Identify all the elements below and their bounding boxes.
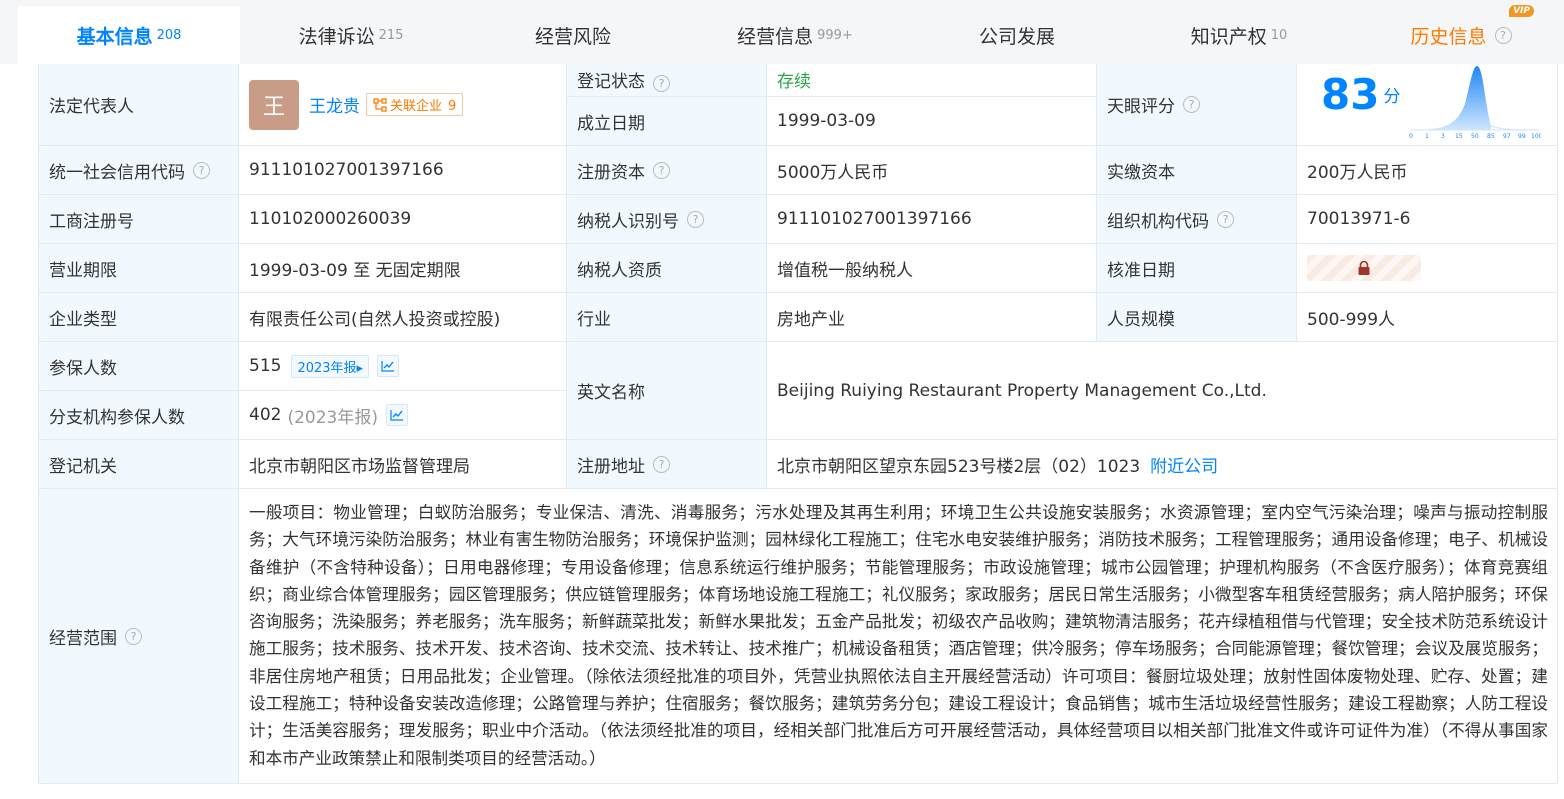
staff-size-value: 500-999人 <box>1297 293 1558 342</box>
scope-text: 一般项目：物业管理；白蚁防治服务；专业保洁、清洗、消毒服务；污水处理及其再生利用… <box>249 503 1548 768</box>
taxpayer-qual-value: 增值税一般纳税人 <box>767 244 1097 293</box>
industry-label: 行业 <box>567 293 767 342</box>
vip-locked-value[interactable] <box>1307 255 1421 281</box>
report-year: (2023年报) <box>287 407 378 428</box>
help-icon[interactable]: ? <box>687 210 704 228</box>
nearby-companies-link[interactable]: 附近公司 <box>1150 452 1218 477</box>
network-icon <box>373 98 387 112</box>
reg-address-label: 注册地址? <box>567 440 767 489</box>
help-icon[interactable]: ? <box>653 455 670 473</box>
term-value: 1999-03-09 至 无固定期限 <box>239 244 567 293</box>
founded-label: 成立日期 <box>567 97 767 146</box>
tab-label: 知识产权 <box>1190 25 1267 48</box>
tab-count: 208 <box>156 27 182 43</box>
tab-basic-info[interactable]: 基本信息 208 <box>18 6 240 64</box>
avatar[interactable]: 王 <box>249 79 299 130</box>
reg-authority-value: 北京市朝阳区市场监督管理局 <box>239 440 567 489</box>
tick-label: 97 <box>1503 133 1511 140</box>
tab-development[interactable]: 公司发展 <box>906 6 1128 64</box>
related-companies-tag[interactable]: 关联企业 9 <box>366 93 464 116</box>
credit-code-value: 911101027001397166 <box>239 146 567 195</box>
reg-capital-value: 5000万人民币 <box>767 146 1097 195</box>
reg-authority-label: 登记机关 <box>39 440 239 489</box>
taxpayer-id-label: 纳税人识别号? <box>567 195 767 244</box>
term-label: 营业期限 <box>39 244 239 293</box>
org-code-value: 70013971-6 <box>1297 195 1558 244</box>
tick-label: 15 <box>1455 133 1463 140</box>
org-code-label: 组织机构代码? <box>1097 195 1297 244</box>
legal-rep-value: 王 王龙贵 关联企业 9 <box>239 64 567 146</box>
status-label: 登记状态? <box>567 64 767 97</box>
taxpayer-qual-label: 纳税人资质 <box>567 244 767 293</box>
basic-info-table: 法定代表人 王 王龙贵 关联企业 9 登记状态? 存续 成立日期 1999-03-… <box>38 64 1558 784</box>
insured-value: 515 2023年报▸ <box>239 342 567 391</box>
english-name-value: Beijing Ruiying Restaurant Property Mana… <box>767 342 1558 440</box>
tick-label: 3 <box>1441 133 1445 140</box>
reg-address-value: 北京市朝阳区望京东园523号楼2层（02）1023 附近公司 <box>767 440 1558 489</box>
tab-label: 基本信息 <box>76 25 153 48</box>
company-type-label: 企业类型 <box>39 293 239 342</box>
tab-risk[interactable]: 经营风险 <box>462 6 684 64</box>
tab-label: 历史信息 <box>1410 25 1487 48</box>
lock-icon <box>1358 260 1370 275</box>
tab-operations[interactable]: 经营信息 999+ <box>684 6 906 64</box>
industry-value: 房地产业 <box>767 293 1097 342</box>
help-icon[interactable]: ? <box>653 75 670 92</box>
branch-insured-value: 402 (2023年报) <box>239 391 567 440</box>
insured-label: 参保人数 <box>39 342 239 391</box>
vip-badge: VIP <box>1509 5 1534 17</box>
staff-size-label: 人员规模 <box>1097 293 1297 342</box>
annual-report-link[interactable]: 2023年报▸ <box>291 354 370 378</box>
approval-date-label: 核准日期 <box>1097 244 1297 293</box>
biz-reg-no-label: 工商注册号 <box>39 195 239 244</box>
tab-count: 999+ <box>817 27 853 43</box>
tick-label: 50 <box>1471 133 1479 140</box>
status-value: 存续 <box>767 64 1097 97</box>
score-unit: 分 <box>1383 87 1401 107</box>
tick-label: 0 <box>1409 133 1413 140</box>
score-number: 83 <box>1321 70 1380 119</box>
biz-reg-no-value: 110102000260039 <box>239 195 567 244</box>
tianyan-score-label: 天眼评分? <box>1097 64 1297 146</box>
legal-rep-name[interactable]: 王龙贵 <box>309 92 360 117</box>
help-icon[interactable]: ? <box>653 161 670 179</box>
legal-rep-label: 法定代表人 <box>39 64 239 146</box>
company-type-value: 有限责任公司(自然人投资或控股) <box>239 293 567 342</box>
help-icon[interactable]: ? <box>1494 26 1512 44</box>
tab-label: 法律诉讼 <box>298 25 375 48</box>
approval-date-value <box>1297 244 1558 293</box>
tab-label: 经营信息 <box>737 25 814 48</box>
score-distribution-chart: 0 1 3 15 50 85 97 99 100 <box>1409 66 1541 140</box>
english-name-label: 英文名称 <box>567 342 767 440</box>
tab-bar: 基本信息 208 法律诉讼 215 经营风险 经营信息 999+ 公司发展 知识产权 1… <box>0 0 1564 64</box>
tick-label: 1 <box>1425 133 1429 140</box>
tab-label: 经营风险 <box>534 25 611 48</box>
taxpayer-id-value: 911101027001397166 <box>767 195 1097 244</box>
tick-label: 100 <box>1531 133 1541 140</box>
branch-insured-label: 分支机构参保人数 <box>39 391 239 440</box>
help-icon[interactable]: ? <box>1217 210 1234 228</box>
paid-capital-label: 实缴资本 <box>1097 146 1297 195</box>
scope-label: 经营范围? <box>39 489 239 784</box>
tab-count: 10 <box>1270 27 1288 43</box>
tab-count: 215 <box>378 27 404 43</box>
paid-capital-value: 200万人民币 <box>1297 146 1558 195</box>
help-icon[interactable]: ? <box>193 161 210 179</box>
credit-code-label: 统一社会信用代码? <box>39 146 239 195</box>
tab-label: 公司发展 <box>978 25 1055 48</box>
tab-legal[interactable]: 法律诉讼 215 <box>240 6 462 64</box>
help-icon[interactable]: ? <box>125 627 142 645</box>
tianyan-score-value[interactable]: 83 分 0 1 3 15 50 85 97 99 100 <box>1297 64 1558 146</box>
reg-capital-label: 注册资本? <box>567 146 767 195</box>
tick-label: 99 <box>1518 133 1526 140</box>
trend-chart-icon[interactable] <box>377 355 400 377</box>
tick-label: 85 <box>1487 133 1495 140</box>
founded-value: 1999-03-09 <box>767 97 1097 146</box>
trend-chart-icon[interactable] <box>385 404 408 426</box>
tab-history[interactable]: VIP 历史信息? <box>1350 5 1564 64</box>
help-icon[interactable]: ? <box>1183 96 1200 113</box>
tab-ip[interactable]: 知识产权 10 <box>1128 6 1350 64</box>
